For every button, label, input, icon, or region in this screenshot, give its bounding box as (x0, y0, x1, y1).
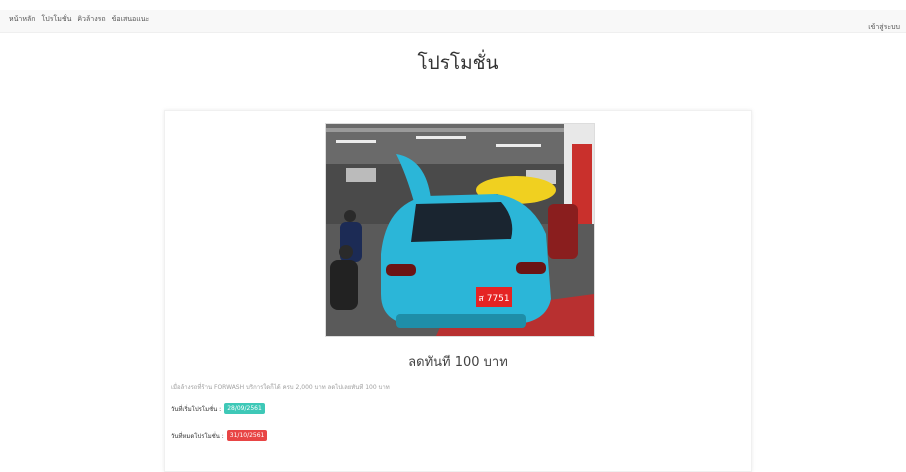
start-date-badge: 28/09/2561 (224, 403, 265, 414)
nav-feedback-link[interactable]: ข้อเสนอแนะ (112, 14, 150, 25)
end-date-label: วันที่หมดโปรโมชั่น : (171, 432, 224, 440)
start-date-label: วันที่เริ่มโปรโมชั่น : (171, 405, 222, 413)
promotion-card: ส 7751 ลดทันที 100 บาท เมื่อล้างรถที่ร้า… (164, 110, 752, 472)
car-wash-photo: ส 7751 (326, 124, 594, 336)
worker-body (330, 260, 358, 310)
worker-head (339, 245, 353, 259)
end-date-badge: 31/10/2561 (226, 430, 268, 441)
nav-links: หน้าหลัก โปรโมชั่น คิวล้างรถ ข้อเสนอแนะ (9, 14, 149, 25)
car-rear-window (411, 202, 513, 242)
nav-queue-link[interactable]: คิวล้างรถ (77, 14, 105, 25)
login-link[interactable]: เข้าสู่ระบบ (868, 23, 900, 31)
navbar: หน้าหลัก โปรโมชั่น คิวล้างรถ ข้อเสนอแนะ … (0, 10, 906, 33)
vacuum-machine (548, 204, 578, 259)
car-bumper (396, 314, 526, 328)
ceiling-light (336, 140, 376, 143)
background-car (346, 168, 376, 182)
promotion-description: เมื่อล้างรถที่ร้าน FORWASH บริการใดก็ได้… (171, 384, 390, 391)
tail-light (386, 264, 416, 276)
start-date-row: วันที่เริ่มโปรโมชั่น : 28/09/2561 (171, 403, 265, 414)
tail-light (516, 262, 546, 274)
worker-head (344, 210, 356, 222)
nav-home-link[interactable]: หน้าหลัก (9, 14, 35, 25)
license-plate-text: ส 7751 (478, 294, 509, 304)
ceiling-beam (326, 128, 594, 132)
promotion-title: ลดทันที 100 บาท (408, 355, 508, 370)
ceiling-light (496, 144, 541, 147)
page-title: โปรโมชั่น (417, 52, 499, 74)
nav-promotion-link[interactable]: โปรโมชั่น (41, 14, 71, 25)
promotion-photo: ส 7751 (325, 123, 595, 337)
ceiling-light (416, 136, 466, 139)
end-date-row: วันที่หมดโปรโมชั่น : 31/10/2561 (171, 430, 268, 441)
